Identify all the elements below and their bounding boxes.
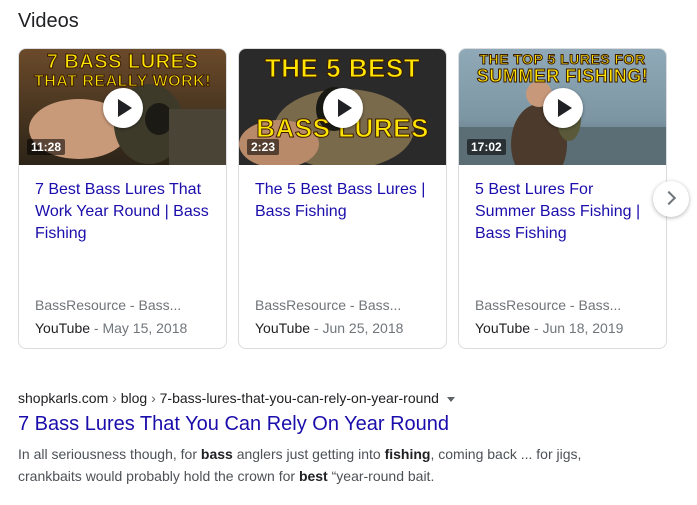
video-thumbnail-2[interactable]: THE 5 BEST BASS LURES 2:23 [239, 49, 446, 165]
snippet-highlight: best [298, 468, 328, 484]
video-duration: 17:02 [467, 139, 506, 155]
url-separator: › [108, 390, 121, 406]
video-meta: YouTube - Jun 25, 2018 [255, 320, 403, 336]
result-snippet: In all seriousness though, for bass angl… [18, 443, 618, 487]
url-part: blog [120, 390, 148, 406]
caret-down-icon[interactable] [446, 396, 455, 402]
thumbnail-caption: THE TOP 5 LURES FOR [479, 51, 646, 68]
next-videos-button[interactable] [653, 181, 689, 217]
video-card-2[interactable]: THE 5 BEST BASS LURES 2:23 The 5 Best Ba… [238, 48, 447, 349]
video-thumbnail-3[interactable]: THE TOP 5 LURES FOR SUMMER FISHING! 17:0… [459, 49, 666, 165]
video-source: BassResource - Bass... [475, 297, 622, 313]
snippet-highlight: fishing [384, 446, 431, 462]
thumbnail-caption: SUMMER FISHING! [476, 66, 649, 87]
video-platform: YouTube [35, 320, 91, 336]
video-card-1[interactable]: 7 BASS LURES THAT REALLY WORK! 11:28 7 B… [18, 48, 227, 349]
thumbnail-caption: THE 5 BEST [264, 53, 421, 84]
video-source: BassResource - Bass... [35, 297, 182, 313]
video-platform: YouTube [255, 320, 311, 336]
url-separator: › [147, 390, 160, 406]
result-url-breadcrumb[interactable]: shopkarls.com › blog › 7-bass-lures-that… [18, 390, 455, 406]
snippet-text: In all seriousness though, for [18, 446, 201, 462]
video-date: - May 15, 2018 [90, 320, 188, 336]
chevron-right-icon [661, 190, 677, 206]
video-meta: YouTube - Jun 18, 2019 [475, 320, 623, 336]
play-icon[interactable] [102, 88, 143, 128]
snippet-highlight: bass [200, 446, 233, 462]
video-source: BassResource - Bass... [255, 297, 402, 313]
video-date: - Jun 25, 2018 [310, 320, 404, 336]
play-icon[interactable] [322, 88, 363, 128]
result-title-link[interactable]: 7 Bass Lures That You Can Rely On Year R… [18, 413, 449, 436]
snippet-text: anglers just getting into [232, 446, 385, 462]
video-title[interactable]: 7 Best Bass Lures That Work Year Round |… [35, 179, 215, 245]
video-platform: YouTube [475, 320, 531, 336]
url-domain: shopkarls.com [18, 390, 109, 406]
video-duration: 11:28 [27, 139, 66, 155]
video-title[interactable]: The 5 Best Bass Lures | Bass Fishing [255, 179, 435, 223]
play-icon[interactable] [542, 88, 583, 128]
videos-section-title: Videos [18, 10, 79, 32]
video-thumbnail-1[interactable]: 7 BASS LURES THAT REALLY WORK! 11:28 [19, 49, 226, 165]
url-part: 7-bass-lures-that-you-can-rely-on-year-r… [159, 390, 439, 406]
thumbnail-caption: 7 BASS LURES [46, 51, 199, 74]
video-title[interactable]: 5 Best Lures For Summer Bass Fishing | B… [475, 179, 655, 245]
video-date: - Jun 18, 2019 [530, 320, 624, 336]
video-meta: YouTube - May 15, 2018 [35, 320, 187, 336]
video-duration: 2:23 [247, 139, 280, 155]
video-card-3[interactable]: THE TOP 5 LURES FOR SUMMER FISHING! 17:0… [458, 48, 667, 349]
snippet-text: “year-round bait. [327, 468, 435, 484]
